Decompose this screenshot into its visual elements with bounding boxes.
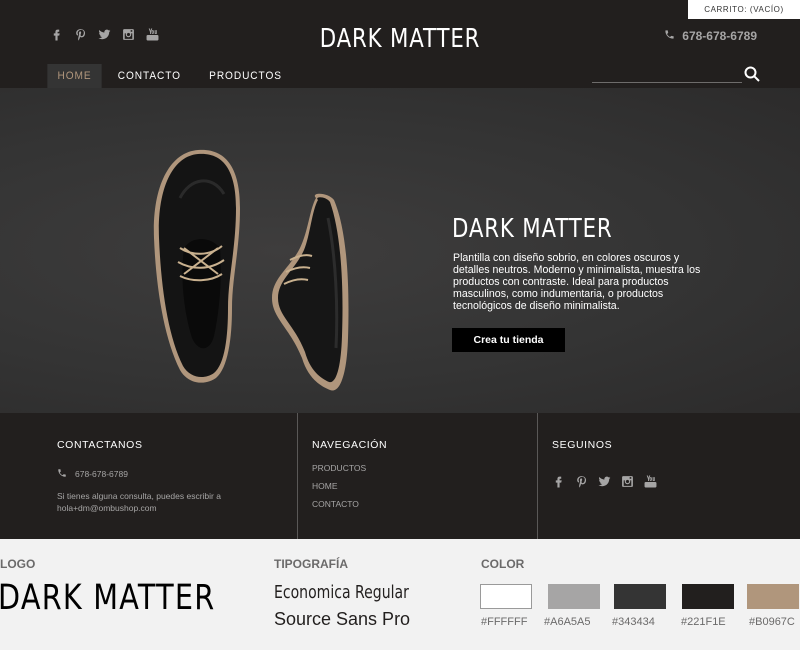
brand-logo[interactable]: DARK MATTER bbox=[318, 24, 482, 54]
font-sample-economica: Economica Regular bbox=[274, 582, 409, 603]
instagram-icon[interactable] bbox=[621, 474, 634, 488]
instagram-icon[interactable] bbox=[122, 27, 135, 41]
color-label: #A6A5A5 bbox=[544, 616, 591, 628]
nav-tab-productos[interactable]: PRODUCTOS bbox=[199, 64, 292, 88]
color-label: #343434 bbox=[612, 616, 655, 628]
color-label: #FFFFFF bbox=[481, 616, 528, 628]
phone-icon bbox=[664, 29, 675, 43]
footer-navigation: NAVEGACIÓN PRODUCTOS HOME CONTACTO bbox=[297, 413, 537, 539]
typography-heading: TIPOGRAFÍA bbox=[274, 557, 348, 571]
footer-link-productos[interactable]: PRODUCTOS bbox=[312, 464, 366, 482]
twitter-icon[interactable] bbox=[598, 474, 611, 488]
main-nav: HOME CONTACTO PRODUCTOS bbox=[45, 64, 296, 88]
font-sample-source-sans: Source Sans Pro bbox=[274, 609, 411, 629]
color-swatch-gray bbox=[548, 584, 600, 609]
logo-heading: LOGO bbox=[0, 557, 36, 571]
footer-contact-title: CONTACTANOS bbox=[57, 439, 143, 451]
footer-contact-note: Si tienes alguna consulta, puedes escrib… bbox=[57, 491, 221, 513]
facebook-icon[interactable] bbox=[50, 27, 63, 41]
youtube-icon[interactable] bbox=[644, 474, 657, 488]
hero-title: DARK MATTER bbox=[452, 214, 613, 244]
footer-link-home[interactable]: HOME bbox=[312, 482, 366, 500]
create-store-button[interactable]: Crea tu tienda bbox=[452, 328, 565, 352]
color-heading: COLOR bbox=[481, 557, 525, 571]
nav-tab-contacto[interactable]: CONTACTO bbox=[108, 64, 191, 88]
footer-navigation-title: NAVEGACIÓN bbox=[312, 439, 388, 451]
color-swatch-white bbox=[480, 584, 532, 609]
color-label: #221F1E bbox=[681, 616, 726, 628]
nav-tab-home[interactable]: HOME bbox=[47, 64, 102, 88]
phone-number: 678-678-6789 bbox=[682, 29, 757, 43]
cart-link[interactable]: CARRITO: (VACÍO) bbox=[688, 0, 800, 19]
youtube-icon[interactable] bbox=[146, 27, 159, 41]
footer-phone-number: 678-678-6789 bbox=[75, 469, 128, 479]
twitter-icon[interactable] bbox=[98, 27, 111, 41]
site-footer: CONTACTANOS 678-678-6789 Si tienes algun… bbox=[0, 413, 800, 539]
footer-phone: 678-678-6789 bbox=[57, 468, 128, 480]
footer-links: PRODUCTOS HOME CONTACTO bbox=[312, 464, 366, 518]
hero-shoes-image bbox=[140, 138, 370, 398]
site-header: CARRITO: (VACÍO) DARK MATTER 678-678-678… bbox=[0, 0, 800, 88]
color-label: #B0967C bbox=[749, 616, 795, 628]
footer-link-contacto[interactable]: CONTACTO bbox=[312, 500, 366, 518]
color-swatch-charcoal bbox=[614, 584, 666, 609]
header-phone: 678-678-6789 bbox=[664, 29, 757, 43]
guide-logo: DARK MATTER bbox=[0, 578, 216, 618]
style-guide: LOGO DARK MATTER TIPOGRAFÍA Economica Re… bbox=[0, 539, 800, 650]
color-swatch-black bbox=[682, 584, 734, 609]
social-links bbox=[50, 27, 159, 41]
footer-follow: SEGUINOS bbox=[537, 413, 800, 539]
phone-icon bbox=[57, 468, 67, 480]
pinterest-icon[interactable] bbox=[575, 474, 588, 488]
footer-social-links bbox=[552, 474, 657, 488]
color-swatch-tan bbox=[747, 584, 799, 609]
hero-banner: DARK MATTER Plantilla con diseño sobrio,… bbox=[0, 88, 800, 413]
hero-description: Plantilla con diseño sobrio, en colores … bbox=[453, 252, 701, 312]
facebook-icon[interactable] bbox=[552, 474, 565, 488]
search-icon[interactable] bbox=[744, 66, 760, 82]
footer-contact: CONTACTANOS 678-678-6789 Si tienes algun… bbox=[57, 413, 287, 539]
search-input[interactable] bbox=[592, 82, 742, 83]
pinterest-icon[interactable] bbox=[74, 27, 87, 41]
footer-follow-title: SEGUINOS bbox=[552, 439, 613, 451]
